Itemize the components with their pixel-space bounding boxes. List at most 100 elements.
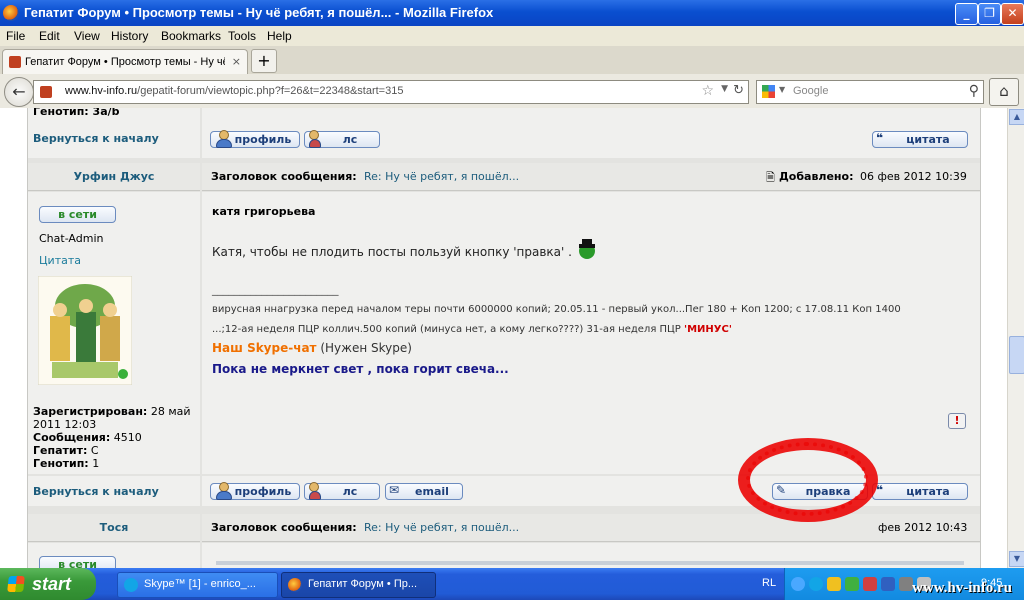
window-titlebar: Гепатит Форум • Просмотр темы - Ну чё ре…	[0, 0, 1024, 26]
skype-chat-link[interactable]: Наш Skype-чат	[212, 341, 317, 355]
new-tab-button[interactable]: +	[251, 49, 277, 73]
back-to-top-link[interactable]: Вернуться к началу	[33, 132, 159, 145]
post-addressee: катя григорьева	[212, 205, 316, 218]
next-post-author-name[interactable]: Тося	[28, 521, 200, 534]
quote-button[interactable]: ❝ цитата	[872, 483, 968, 500]
maximize-button[interactable]: ❐	[978, 3, 1001, 25]
vertical-scrollbar[interactable]: ▲ ▼	[1007, 108, 1024, 568]
email-button[interactable]: ✉ email	[385, 483, 463, 500]
quote-link[interactable]: Цитата	[39, 254, 81, 267]
signature-minus: 'МИНУС'	[684, 324, 732, 335]
tab-forum[interactable]: Гепатит Форум • Просмотр темы - Ну чё р.…	[2, 49, 248, 75]
messages-label: Сообщения:	[33, 431, 111, 444]
pm-icon	[308, 481, 326, 500]
pm-button[interactable]: лс	[304, 129, 380, 148]
taskbar-item-skype-label: Skype™ [1] - enrico_...	[144, 578, 256, 590]
post-icon[interactable]: 🗎	[766, 169, 775, 188]
prev-genotype: Генотип: 3a/b	[33, 108, 120, 118]
menu-tools[interactable]: Tools	[228, 29, 256, 43]
site-favicon-icon	[9, 56, 21, 68]
google-icon[interactable]	[762, 85, 775, 98]
signature-line-2: ...;12-ая неделя ПЦР коллич.500 копий (м…	[212, 324, 685, 335]
bookmark-star-icon[interactable]: ☆	[701, 83, 714, 99]
skype-line: Наш Skype-чат (Нужен Skype)	[212, 341, 412, 355]
post-message-text: Катя, чтобы не плодить посты пользуй кно…	[212, 245, 572, 259]
next-post-subject-header: Заголовок сообщения: Re: Ну чё ребят, я …	[202, 514, 980, 542]
subject-link[interactable]: Re: Ну чё ребят, я пошёл...	[364, 170, 519, 183]
window-title: Гепатит Форум • Просмотр темы - Ну чё ре…	[24, 5, 494, 20]
quote-icon: ❝	[876, 131, 884, 145]
next-author-profile: в сети	[28, 543, 200, 568]
taskbar-item-firefox[interactable]: Гепатит Форум • Пр...	[281, 572, 436, 598]
subject-label: Заголовок сообщения:	[211, 170, 357, 183]
tab-bar: Гепатит Форум • Просмотр темы - Ну чё р.…	[0, 46, 1024, 75]
post-author-header: Урфин Джус	[28, 163, 200, 191]
start-button[interactable]: start	[0, 568, 96, 600]
post-message: Катя, чтобы не плодить посты пользуй кно…	[212, 238, 598, 260]
profile-button[interactable]: профиль	[210, 130, 300, 148]
red-annotation-dots	[746, 442, 868, 516]
menu-view[interactable]: View	[74, 29, 100, 43]
signature-line-1: вирусная ннагрузка перед началом теры по…	[212, 304, 901, 315]
online-status-button[interactable]: в сети	[39, 206, 116, 223]
menu-history[interactable]: History	[111, 29, 148, 43]
tab-label: Гепатит Форум • Просмотр темы - Ну чё р.…	[25, 56, 225, 68]
taskbar-item-skype[interactable]: Skype™ [1] - enrico_...	[117, 572, 278, 598]
post-body: катя григорьева Катя, чтобы не плодить п…	[202, 192, 980, 474]
signature-divider: _______________________	[212, 283, 339, 296]
pm-icon	[308, 129, 326, 148]
url-host: www.hv-info.ru	[65, 85, 138, 97]
scroll-up-icon[interactable]: ▲	[1009, 109, 1024, 125]
scroll-down-icon[interactable]: ▼	[1009, 551, 1024, 567]
next-online-status-button[interactable]: в сети	[39, 556, 116, 568]
profile-button[interactable]: профиль	[210, 482, 300, 500]
prev-post-footer-left: Генотип: 3a/b Вернуться к началу	[28, 108, 200, 158]
search-icon[interactable]: ⚲	[969, 83, 979, 99]
tray-device-icon[interactable]	[899, 577, 913, 591]
next-subject-label: Заголовок сообщения:	[211, 521, 357, 534]
minimize-button[interactable]: _	[955, 3, 978, 25]
home-button[interactable]: ⌂	[989, 78, 1019, 106]
tray-bluetooth-icon[interactable]	[881, 577, 895, 591]
tray-network-icon[interactable]	[845, 577, 859, 591]
search-input[interactable]: Google	[793, 85, 828, 97]
menu-help[interactable]: Help	[267, 29, 292, 43]
language-indicator[interactable]: RL	[762, 577, 776, 589]
close-button[interactable]: ✕	[1001, 3, 1024, 25]
url-dropdown-icon[interactable]: ▼	[721, 84, 728, 94]
added-date: 06 фев 2012 10:39	[860, 170, 967, 183]
menu-edit[interactable]: Edit	[39, 29, 60, 43]
search-engine-dropdown-icon[interactable]: ▼	[779, 85, 785, 94]
post-author-name[interactable]: Урфин Джус	[28, 170, 200, 183]
navigation-bar: ← www.hv-info.ru/gepatit-forum/viewtopic…	[0, 74, 1024, 109]
next-post-body	[202, 543, 980, 568]
pm-button[interactable]: лс	[304, 481, 380, 500]
tray-skype-icon[interactable]	[809, 577, 823, 591]
report-post-button[interactable]: !	[948, 413, 966, 429]
tray-antivirus-icon[interactable]	[863, 577, 877, 591]
url-path: /gepatit-forum/viewtopic.php?f=26&t=2234…	[137, 85, 404, 97]
scrollbar-thumb[interactable]	[1009, 336, 1024, 374]
url-bar[interactable]: www.hv-info.ru/gepatit-forum/viewtopic.p…	[33, 80, 749, 104]
author-avatar	[38, 276, 132, 385]
smiley-ninja-icon	[578, 239, 595, 259]
back-button[interactable]: ←	[4, 77, 34, 107]
quote-button[interactable]: ❝ цитата	[872, 131, 968, 148]
url-text[interactable]: www.hv-info.ru/gepatit-forum/viewtopic.p…	[65, 85, 403, 97]
author-profile: в сети Chat-Admin Цитата Зарегистрирован…	[28, 192, 200, 474]
genotype-label: Генотип:	[33, 457, 89, 470]
search-bar[interactable]: ▼ Google ⚲	[756, 80, 984, 104]
menu-bar: File Edit View History Bookmarks Tools H…	[0, 26, 1024, 47]
back-to-top-link[interactable]: Вернуться к началу	[33, 485, 159, 498]
menu-bookmarks[interactable]: Bookmarks	[161, 29, 221, 43]
reload-icon[interactable]: ↻	[733, 83, 744, 98]
menu-file[interactable]: File	[6, 29, 25, 43]
next-added-date: фев 2012 10:43	[878, 521, 968, 534]
registered-label: Зарегистрирован:	[33, 405, 148, 418]
next-post-author-header: Тося	[28, 514, 200, 542]
watermark-text: www.hv-info.ru	[912, 580, 1013, 596]
tray-arrow-icon[interactable]	[791, 577, 805, 591]
tab-close-icon[interactable]: ×	[232, 55, 241, 68]
tray-warning-icon[interactable]	[827, 577, 841, 591]
next-subject-link[interactable]: Re: Ну чё ребят, я пошёл...	[364, 521, 519, 534]
